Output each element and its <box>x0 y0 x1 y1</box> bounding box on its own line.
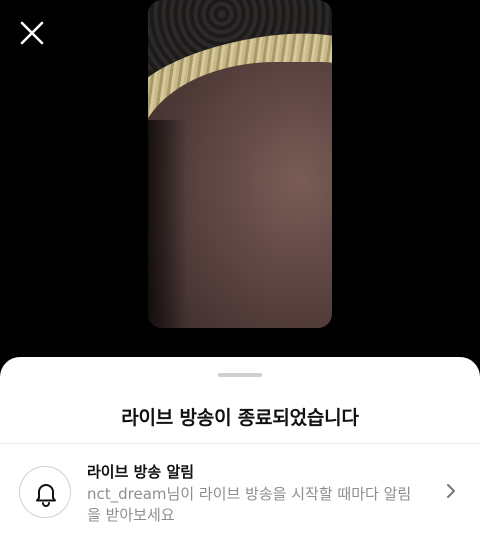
bottom-sheet: 라이브 방송이 종료되었습니다 라이브 방송 알림 nct_dream님이 라이… <box>0 357 480 557</box>
bell-icon <box>36 484 56 507</box>
chevron-right-icon <box>447 484 455 498</box>
live-video-preview <box>148 0 332 328</box>
notification-description: nct_dream님이 라이브 방송을 시작할 때마다 알림을 받아보세요 <box>87 485 412 524</box>
sheet-drag-handle[interactable] <box>218 373 262 377</box>
sheet-title: 라이브 방송이 종료되었습니다 <box>121 407 359 429</box>
close-button[interactable] <box>18 19 46 47</box>
close-icon <box>20 21 44 45</box>
bell-icon-circle <box>19 466 71 518</box>
live-notification-row[interactable]: 라이브 방송 알림 nct_dream님이 라이브 방송을 시작할 때마다 알림… <box>0 444 480 534</box>
notification-title: 라이브 방송 알림 <box>87 463 195 481</box>
